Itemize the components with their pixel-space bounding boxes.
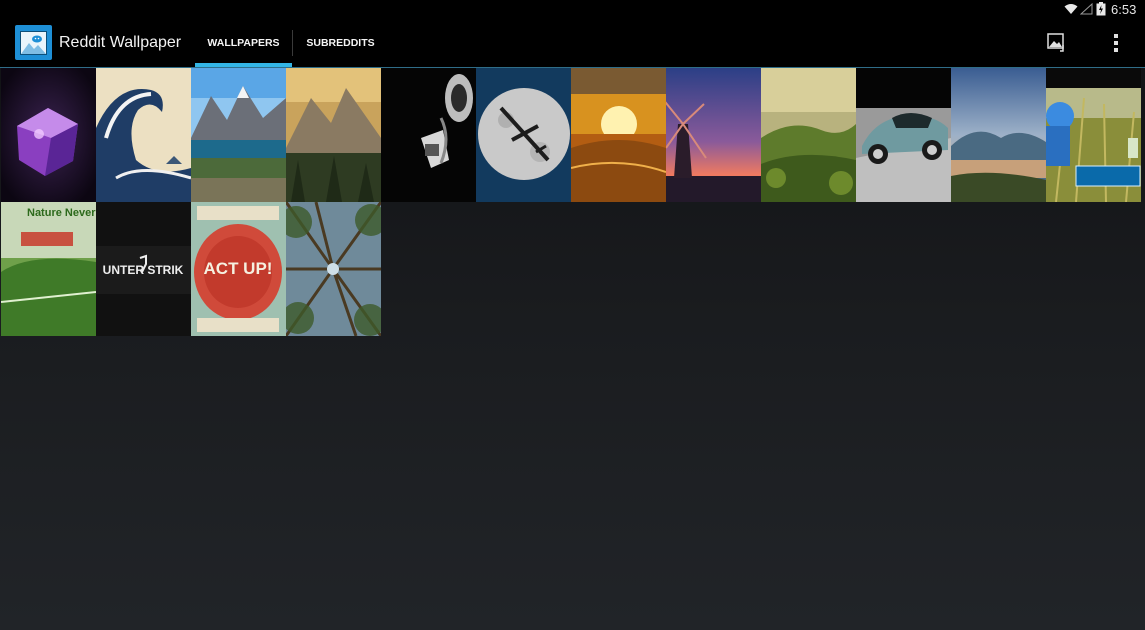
wallpaper-thumb-plane-across-moon[interactable] <box>476 68 571 202</box>
wallpaper-thumb-gas-mask-soldier[interactable] <box>381 68 476 202</box>
set-wallpaper-icon[interactable] <box>1046 31 1070 55</box>
battery-charging-icon <box>1096 0 1106 18</box>
app-title: Reddit Wallpaper <box>59 34 182 51</box>
wallpaper-grid-container: Nature Never UNTER STRIK ACT UP! <box>0 68 1145 630</box>
wallpaper-thumb-pixel-art-character-in-grass[interactable] <box>1046 68 1141 202</box>
tab-wallpapers[interactable]: WALLPAPERS <box>195 18 292 67</box>
cell-signal-icon <box>1080 0 1093 18</box>
wallpaper-grid: Nature Never UNTER STRIK ACT UP! <box>1 68 1145 338</box>
clock: 6:53 <box>1111 1 1137 17</box>
wallpaper-thumb-purple-nebula-cube[interactable] <box>1 68 96 202</box>
screen: 6:53 Reddit Wallpaper WALLPAPERS SUBREDD… <box>0 0 1145 630</box>
wallpaper-thumb-golden-mountain-forest[interactable] <box>286 68 381 202</box>
nature-text: Nature Never <box>27 207 96 219</box>
wallpaper-thumb-mountain-lake[interactable] <box>191 68 286 202</box>
wallpaper-thumb-act-up-graffiti[interactable]: ACT UP! <box>191 202 286 336</box>
wallpaper-thumb-vintage-car[interactable] <box>856 68 951 202</box>
wallpaper-thumb-counter-strike-logo[interactable]: UNTER STRIK <box>96 202 191 336</box>
wallpaper-thumb-mountain-fjord-dusk[interactable] <box>951 68 1046 202</box>
status-bar: 6:53 <box>0 0 1145 18</box>
wifi-icon <box>1064 0 1078 18</box>
wallpaper-thumb-sunset-over-clouds[interactable] <box>571 68 666 202</box>
wallpaper-thumb-windmill-dusk[interactable] <box>666 68 761 202</box>
tab-subreddits[interactable]: SUBREDDITS <box>293 18 388 67</box>
wallpaper-thumb-nature-never-goes-out-of-style[interactable]: Nature Never <box>1 202 96 336</box>
wallpaper-thumb-great-wave[interactable] <box>96 68 191 202</box>
act-up-text: ACT UP! <box>204 259 273 278</box>
wallpaper-thumb-forest-canopy-looking-up[interactable] <box>286 202 381 336</box>
action-bar: Reddit Wallpaper WALLPAPERS SUBREDDITS <box>0 18 1145 67</box>
app-logo-icon[interactable] <box>15 25 52 60</box>
overflow-menu-icon[interactable] <box>1108 31 1124 55</box>
wallpaper-thumb-green-valley-hills[interactable] <box>761 68 856 202</box>
